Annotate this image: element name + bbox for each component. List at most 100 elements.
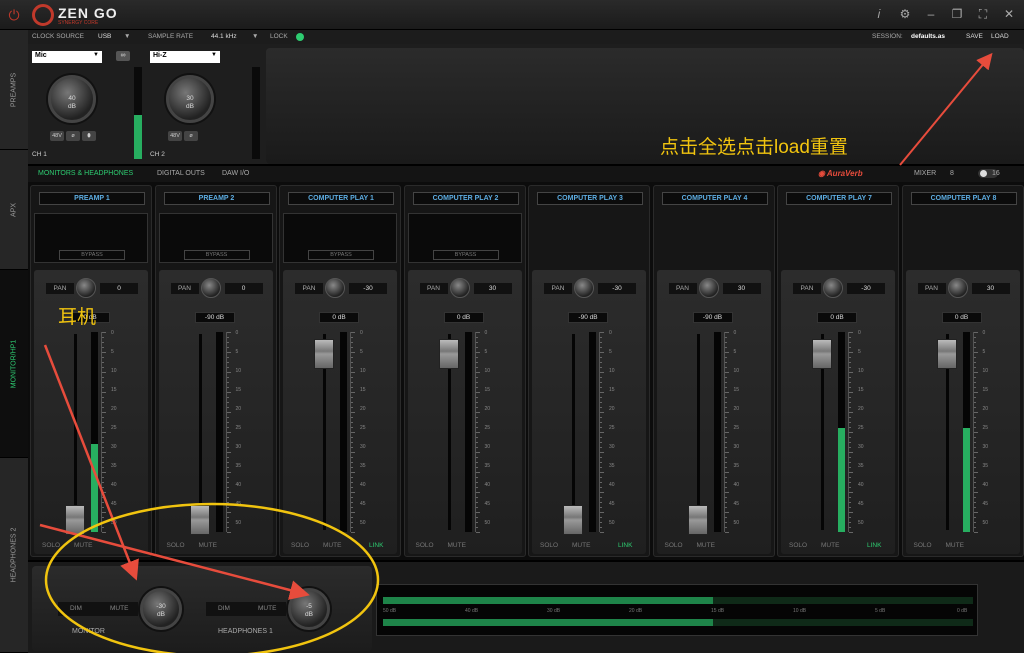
bypass-button[interactable]: BYPASS	[432, 250, 499, 260]
link-button[interactable]: LINK	[369, 542, 383, 549]
side-tab-apx[interactable]: APX	[0, 150, 28, 270]
sample-rate-select[interactable]: 44.1 kHz	[211, 33, 237, 40]
pan-knob[interactable]	[574, 278, 594, 298]
fader-value[interactable]: 0 dB	[443, 312, 484, 323]
clock-source-select[interactable]: USB	[98, 33, 111, 40]
fader-handle[interactable]	[314, 338, 334, 369]
monitor-mute-button[interactable]: MUTE	[110, 605, 128, 612]
channel-name[interactable]: COMPUTER PLAY 2	[412, 192, 519, 205]
pan-knob[interactable]	[698, 278, 719, 298]
fader-value[interactable]: -90 dB	[692, 312, 733, 323]
close-icon[interactable]: ✕	[1002, 7, 1016, 22]
fader-value[interactable]: 0 dB	[941, 312, 982, 323]
mute-button[interactable]: MUTE	[697, 542, 715, 549]
chevron-down-icon[interactable]: ▼	[124, 33, 130, 40]
fx-slot[interactable]: BYPASS	[283, 213, 397, 263]
side-tab-headphones-2[interactable]: HEADPHONES 2	[0, 458, 28, 653]
tab-daw-io[interactable]: DAW I/O	[222, 170, 249, 177]
solo-button[interactable]: SOLO	[291, 542, 309, 549]
solo-button[interactable]: SOLO	[789, 542, 807, 549]
fader-value[interactable]: 0 dB	[817, 312, 857, 323]
fader-track[interactable]	[572, 334, 575, 530]
channel-name[interactable]: COMPUTER PLAY 1	[288, 192, 394, 205]
phantom-power-button[interactable]: 48V	[50, 131, 64, 141]
fader-handle[interactable]	[812, 338, 832, 369]
phase-invert-button[interactable]: ø	[66, 131, 80, 141]
solo-button[interactable]: SOLO	[665, 542, 683, 549]
pan-knob[interactable]	[449, 278, 470, 298]
channel-name[interactable]: PREAMP 2	[163, 192, 270, 205]
save-button[interactable]: SAVE	[966, 33, 983, 40]
pan-value[interactable]: 30	[722, 283, 761, 294]
mute-button[interactable]: MUTE	[323, 542, 341, 549]
channel-name[interactable]: COMPUTER PLAY 8	[910, 192, 1017, 205]
info-icon[interactable]: 𝑖	[872, 7, 886, 22]
minimize-icon[interactable]: –	[924, 7, 938, 22]
phantom-power-button[interactable]: 48V	[168, 131, 182, 141]
fader-handle[interactable]	[65, 505, 85, 536]
auraverb-button[interactable]: ◉ AuraVerb	[818, 169, 863, 178]
restore-icon[interactable]: ❐	[950, 7, 964, 22]
pan-value[interactable]: 0	[224, 283, 263, 294]
mute-button[interactable]: MUTE	[821, 542, 839, 549]
bypass-button[interactable]: BYPASS	[183, 250, 250, 260]
mute-button[interactable]: MUTE	[448, 542, 466, 549]
mic-icon[interactable]: ⬮	[82, 131, 96, 141]
channel-name[interactable]: COMPUTER PLAY 7	[786, 192, 892, 205]
load-button[interactable]: LOAD	[991, 33, 1009, 40]
headphones-volume-knob[interactable]: -5 dB	[288, 588, 330, 630]
pan-value[interactable]: 0	[100, 283, 138, 294]
link-button[interactable]: LINK	[867, 542, 881, 549]
fader-handle[interactable]	[438, 338, 459, 369]
pan-knob[interactable]	[76, 278, 96, 298]
mute-button[interactable]: MUTE	[199, 542, 217, 549]
pan-knob[interactable]	[200, 278, 221, 298]
fader-track[interactable]	[74, 334, 77, 530]
chevron-down-icon[interactable]: ▼	[252, 33, 258, 40]
fx-slot[interactable]: BYPASS	[407, 213, 522, 263]
fader-handle[interactable]	[936, 338, 957, 369]
fader-track[interactable]	[696, 334, 700, 530]
power-icon[interactable]: ⏻	[6, 7, 22, 23]
pan-value[interactable]: 30	[971, 283, 1010, 294]
fx-slot[interactable]: BYPASS	[158, 213, 273, 263]
fader-handle[interactable]	[563, 505, 583, 536]
pan-value[interactable]: -30	[349, 283, 387, 294]
mute-button[interactable]: MUTE	[946, 542, 964, 549]
solo-button[interactable]: SOLO	[167, 542, 185, 549]
mixer-option-16[interactable]: 16	[992, 170, 1000, 177]
fader-value[interactable]: -90 dB	[194, 312, 235, 323]
fader-value[interactable]: 0 dB	[319, 312, 359, 323]
bypass-button[interactable]: BYPASS	[308, 250, 374, 260]
fader-value[interactable]: -90 dB	[568, 312, 608, 323]
gain-knob[interactable]: 40 dB	[48, 75, 96, 123]
fullscreen-icon[interactable]: ⛶	[976, 7, 990, 22]
side-tab-preamps[interactable]: PREAMPS	[0, 30, 28, 150]
headphones-mute-button[interactable]: MUTE	[258, 605, 276, 612]
pan-value[interactable]: -30	[847, 283, 885, 294]
channel-name[interactable]: PREAMP 1	[39, 192, 145, 205]
solo-button[interactable]: SOLO	[416, 542, 434, 549]
tab-digital-outs[interactable]: DIGITAL OUTS	[157, 170, 205, 177]
headphones-dim-button[interactable]: DIM	[218, 605, 230, 612]
fader-track[interactable]	[198, 334, 202, 530]
pan-knob[interactable]	[947, 278, 968, 298]
pan-value[interactable]: 30	[473, 283, 512, 294]
pan-knob[interactable]	[325, 278, 345, 298]
solo-button[interactable]: SOLO	[540, 542, 558, 549]
mute-button[interactable]: MUTE	[74, 542, 92, 549]
input-type-select[interactable]: Mic	[32, 51, 102, 63]
fader-handle[interactable]	[687, 505, 708, 536]
solo-button[interactable]: SOLO	[42, 542, 60, 549]
tab-monitors-headphones[interactable]: MONITORS & HEADPHONES	[38, 170, 133, 177]
monitor-volume-knob[interactable]: -30 dB	[140, 588, 182, 630]
channel-name[interactable]: COMPUTER PLAY 3	[537, 192, 643, 205]
mixer-option-8[interactable]: 8	[950, 170, 954, 177]
input-type-select[interactable]: Hi-Z	[150, 51, 220, 63]
link-button[interactable]: LINK	[618, 542, 632, 549]
pan-value[interactable]: -30	[598, 283, 636, 294]
phase-invert-button[interactable]: ø	[184, 131, 198, 141]
fx-slot[interactable]: BYPASS	[34, 213, 148, 263]
fader-handle[interactable]	[189, 505, 210, 536]
mute-button[interactable]: MUTE	[572, 542, 590, 549]
